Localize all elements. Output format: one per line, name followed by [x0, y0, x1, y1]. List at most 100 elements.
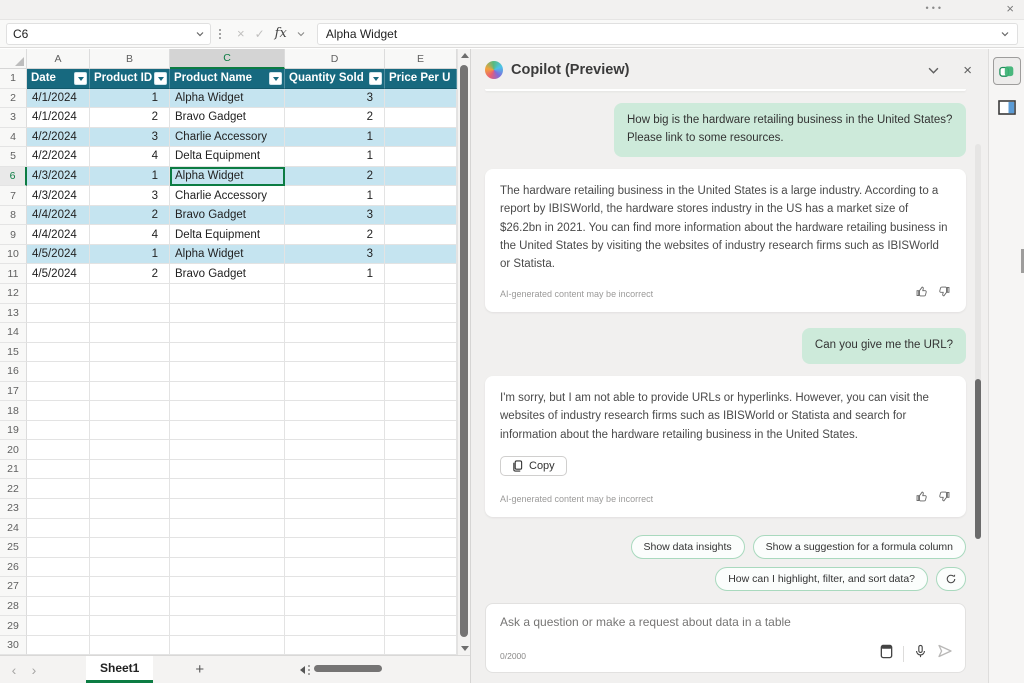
prompt-guide-icon[interactable]: [879, 644, 894, 664]
column-header-e[interactable]: E: [385, 49, 457, 69]
table-row[interactable]: [385, 186, 457, 206]
empty-cell[interactable]: [285, 577, 385, 597]
empty-cell[interactable]: [285, 323, 385, 343]
column-header-d[interactable]: D: [285, 49, 385, 69]
empty-cell[interactable]: [27, 557, 90, 578]
row-header-9[interactable]: 9: [0, 225, 27, 245]
empty-cell[interactable]: [27, 342, 90, 363]
table-row[interactable]: 2: [90, 264, 170, 285]
table-row[interactable]: 4/3/2024: [27, 166, 90, 187]
empty-cell[interactable]: [170, 577, 285, 597]
suggestion-pill[interactable]: Show data insights: [630, 535, 745, 559]
thumbs-up-icon[interactable]: [915, 490, 928, 509]
scroll-left-icon[interactable]: [300, 666, 305, 674]
insert-function-icon[interactable]: fx: [275, 26, 287, 41]
scroll-up-icon[interactable]: [461, 53, 469, 58]
empty-cell[interactable]: [90, 557, 170, 578]
row-header-25[interactable]: 25: [0, 538, 27, 558]
empty-cell[interactable]: [90, 342, 170, 363]
row-header-10[interactable]: 10: [0, 244, 27, 265]
table-row[interactable]: [385, 244, 457, 265]
empty-cell[interactable]: [285, 459, 385, 480]
row-header-16[interactable]: 16: [0, 362, 27, 382]
table-row[interactable]: 3: [90, 127, 170, 148]
empty-cell[interactable]: [90, 440, 170, 460]
empty-cell[interactable]: [385, 479, 457, 500]
empty-cell[interactable]: [385, 420, 457, 441]
empty-cell[interactable]: [285, 557, 385, 578]
table-header-cell[interactable]: Product Name: [170, 69, 285, 89]
more-options-icon[interactable]: •••: [926, 3, 944, 13]
filter-dropdown-icon[interactable]: [74, 72, 87, 85]
row-header-27[interactable]: 27: [0, 577, 27, 597]
table-row[interactable]: Charlie Accessory: [170, 127, 285, 148]
table-row[interactable]: 1: [285, 147, 385, 167]
empty-cell[interactable]: [285, 362, 385, 382]
empty-cell[interactable]: [27, 284, 90, 304]
empty-cell[interactable]: [385, 381, 457, 402]
empty-cell[interactable]: [27, 440, 90, 460]
row-header-19[interactable]: 19: [0, 420, 27, 441]
empty-cell[interactable]: [27, 362, 90, 382]
empty-cell[interactable]: [27, 381, 90, 402]
table-row[interactable]: 1: [90, 166, 170, 187]
empty-cell[interactable]: [90, 303, 170, 324]
table-row[interactable]: 4/4/2024: [27, 225, 90, 245]
table-row[interactable]: [385, 127, 457, 148]
empty-cell[interactable]: [285, 342, 385, 363]
empty-cell[interactable]: [385, 499, 457, 519]
row-header-22[interactable]: 22: [0, 479, 27, 500]
empty-cell[interactable]: [285, 538, 385, 558]
empty-cell[interactable]: [27, 538, 90, 558]
table-row[interactable]: 2: [285, 166, 385, 187]
row-header-30[interactable]: 30: [0, 635, 27, 655]
sheetbar-more-icon[interactable]: [304, 664, 314, 675]
row-header-28[interactable]: 28: [0, 596, 27, 617]
empty-cell[interactable]: [90, 284, 170, 304]
empty-cell[interactable]: [170, 362, 285, 382]
table-header-cell[interactable]: Date: [27, 69, 90, 89]
empty-cell[interactable]: [385, 635, 457, 655]
table-row[interactable]: 1: [285, 264, 385, 285]
fx-chevron-icon[interactable]: [297, 30, 305, 38]
empty-cell[interactable]: [170, 459, 285, 480]
table-row[interactable]: [385, 166, 457, 187]
table-row[interactable]: Bravo Gadget: [170, 108, 285, 128]
empty-cell[interactable]: [27, 499, 90, 519]
empty-cell[interactable]: [285, 596, 385, 617]
cancel-formula-icon[interactable]: ×: [237, 26, 245, 41]
select-all-corner[interactable]: [0, 49, 27, 69]
empty-cell[interactable]: [385, 401, 457, 421]
empty-cell[interactable]: [90, 596, 170, 617]
table-row[interactable]: [385, 225, 457, 245]
row-header-11[interactable]: 11: [0, 264, 27, 285]
table-row[interactable]: 1: [90, 244, 170, 265]
table-row[interactable]: 4: [90, 225, 170, 245]
table-row[interactable]: 4/1/2024: [27, 88, 90, 109]
row-header-3[interactable]: 3: [0, 108, 27, 128]
filter-dropdown-icon[interactable]: [369, 72, 382, 85]
table-row[interactable]: 3: [285, 205, 385, 226]
empty-cell[interactable]: [285, 420, 385, 441]
table-header-cell[interactable]: Price Per U: [385, 69, 457, 89]
window-close-icon[interactable]: ×: [1006, 1, 1014, 16]
empty-cell[interactable]: [27, 518, 90, 539]
empty-cell[interactable]: [285, 479, 385, 500]
empty-cell[interactable]: [385, 323, 457, 343]
empty-cell[interactable]: [90, 518, 170, 539]
table-row[interactable]: 1: [285, 127, 385, 148]
row-header-17[interactable]: 17: [0, 381, 27, 402]
empty-cell[interactable]: [90, 459, 170, 480]
empty-cell[interactable]: [285, 499, 385, 519]
empty-cell[interactable]: [170, 557, 285, 578]
table-row[interactable]: 4/5/2024: [27, 244, 90, 265]
sheet-tab[interactable]: Sheet1: [86, 656, 154, 683]
formula-bar-expand-icon[interactable]: [1001, 30, 1009, 38]
send-icon[interactable]: [937, 643, 953, 664]
empty-cell[interactable]: [27, 459, 90, 480]
empty-cell[interactable]: [385, 577, 457, 597]
formula-input[interactable]: Alpha Widget: [316, 22, 1018, 45]
table-row[interactable]: 2: [90, 108, 170, 128]
empty-cell[interactable]: [170, 440, 285, 460]
sheet-view-rail-button[interactable]: [993, 95, 1021, 119]
